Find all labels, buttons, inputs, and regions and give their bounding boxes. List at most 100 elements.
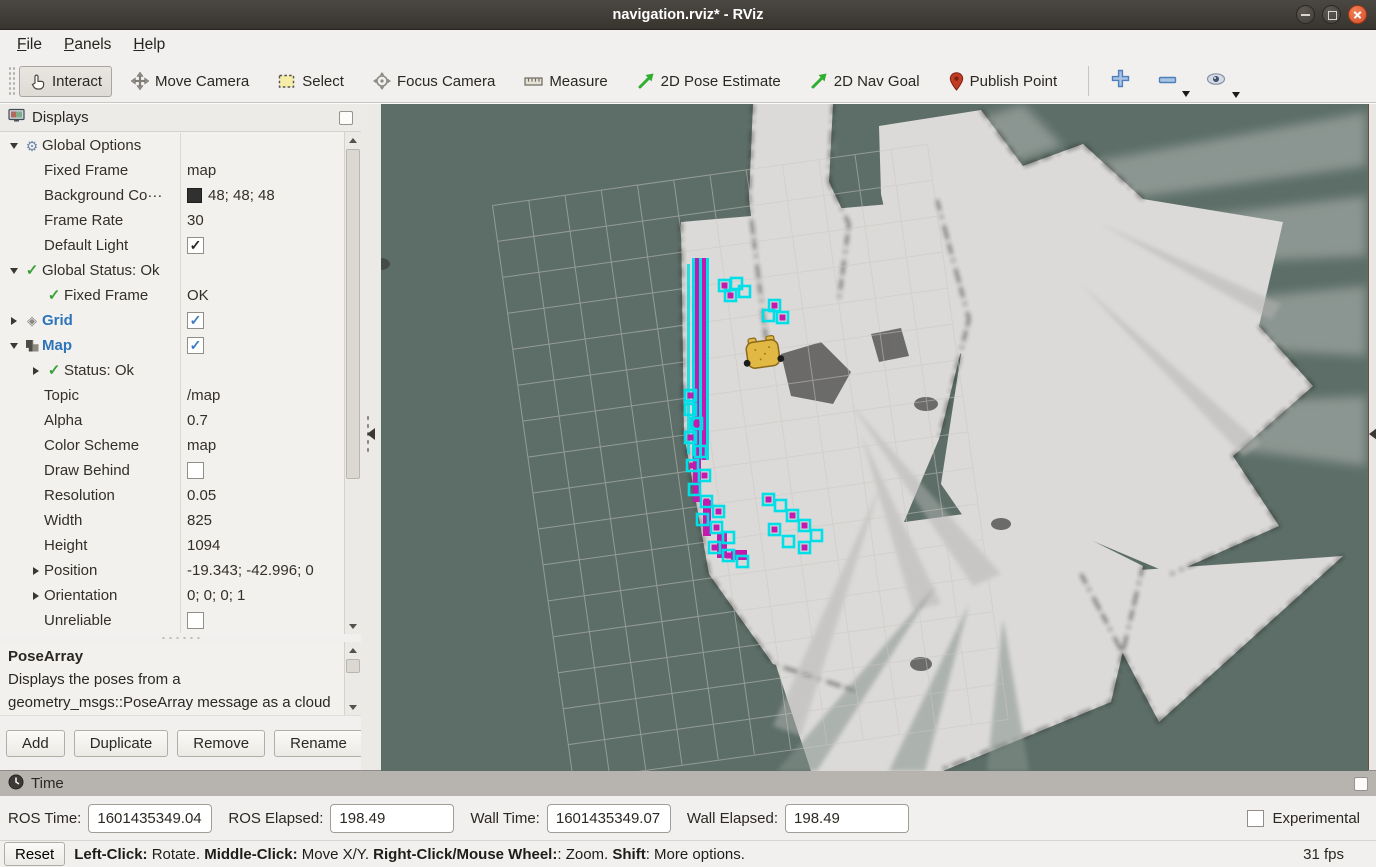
property-value-cell[interactable] — [181, 612, 344, 629]
display-row-fixed-frame[interactable]: Fixed Framemap — [0, 158, 344, 183]
display-row-height[interactable]: Height1094 — [0, 533, 344, 558]
display-row-position[interactable]: Position-19.343; -42.996; 0 — [0, 558, 344, 583]
collapse-arrow-icon[interactable] — [28, 592, 44, 600]
property-value-cell[interactable]: 0; 0; 0; 1 — [181, 587, 344, 604]
scroll-up-icon[interactable] — [345, 132, 361, 148]
display-row-color-scheme[interactable]: Color Schememap — [0, 433, 344, 458]
window-titlebar[interactable]: navigation.rviz* - RViz — [0, 0, 1376, 30]
scroll-down-icon[interactable] — [345, 699, 361, 715]
display-row-width[interactable]: Width825 — [0, 508, 344, 533]
property-value-cell[interactable]: map — [181, 437, 344, 454]
display-row-topic[interactable]: Topic/map — [0, 383, 344, 408]
scrollbar-thumb[interactable] — [346, 659, 360, 673]
scroll-down-icon[interactable] — [345, 618, 361, 634]
tool-focus-camera[interactable]: Focus Camera — [363, 65, 505, 97]
display-row-orientation[interactable]: Orientation0; 0; 0; 1 — [0, 583, 344, 608]
duplicate-button[interactable]: Duplicate — [74, 730, 169, 757]
display-row-global-status-ok[interactable]: ✓Global Status: Ok — [0, 258, 344, 283]
collapse-arrow-icon[interactable] — [28, 567, 44, 575]
property-value-cell[interactable] — [181, 462, 344, 479]
property-checkbox-checked[interactable]: ✓ — [187, 337, 204, 354]
displays-panel-header[interactable]: Displays — [0, 104, 361, 132]
display-row-default-light[interactable]: Default Light✓ — [0, 233, 344, 258]
property-value-cell[interactable]: 0.05 — [181, 487, 344, 504]
left-splitter[interactable] — [361, 104, 381, 770]
property-value-cell[interactable]: 1094 — [181, 537, 344, 554]
field-input[interactable] — [88, 804, 212, 833]
display-row-global-options[interactable]: ⚙Global Options — [0, 133, 344, 158]
rename-button[interactable]: Rename — [274, 730, 363, 757]
tool-2d-pose-estimate[interactable]: 2D Pose Estimate — [627, 65, 791, 97]
display-row-frame-rate[interactable]: Frame Rate30 — [0, 208, 344, 233]
tool-select[interactable]: Select — [268, 66, 354, 97]
close-button[interactable] — [1348, 5, 1367, 24]
property-value-cell[interactable]: OK — [181, 287, 344, 304]
reset-button[interactable]: Reset — [4, 842, 65, 866]
tool-publish-point[interactable]: Publish Point — [939, 65, 1068, 98]
remove-button[interactable]: Remove — [177, 730, 265, 757]
display-row-background-co[interactable]: Background Co···48; 48; 48 — [0, 183, 344, 208]
property-value-cell[interactable]: -19.343; -42.996; 0 — [181, 562, 344, 579]
panel-float-button[interactable] — [339, 111, 353, 125]
field-input[interactable] — [330, 804, 454, 833]
description-scrollbar[interactable] — [344, 642, 361, 715]
property-value-cell[interactable]: 825 — [181, 512, 344, 529]
property-value-cell[interactable]: 48; 48; 48 — [181, 187, 344, 204]
display-row-status-ok[interactable]: ✓Status: Ok — [0, 358, 344, 383]
maximize-button[interactable] — [1322, 5, 1341, 24]
tool-visibility-button[interactable] — [1195, 68, 1237, 95]
scrollbar-thumb[interactable] — [346, 149, 360, 479]
field-input[interactable] — [547, 804, 671, 833]
property-value-cell[interactable]: ✓ — [181, 237, 344, 254]
experimental-checkbox[interactable] — [1247, 810, 1264, 827]
tool-measure[interactable]: Measure — [514, 66, 617, 97]
panel-float-button[interactable] — [1354, 777, 1368, 791]
display-row-resolution[interactable]: Resolution0.05 — [0, 483, 344, 508]
menu-help[interactable]: Help — [122, 32, 176, 58]
tool-interact[interactable]: Interact — [19, 66, 112, 97]
property-value-cell[interactable]: 0.7 — [181, 412, 344, 429]
add-button[interactable]: Add — [6, 730, 65, 757]
property-checkbox-checked[interactable]: ✓ — [187, 237, 204, 254]
expand-arrow-icon[interactable] — [6, 343, 22, 349]
scroll-up-icon[interactable] — [345, 642, 361, 658]
field-input[interactable] — [785, 804, 909, 833]
display-row-fixed-frame[interactable]: ✓Fixed FrameOK — [0, 283, 344, 308]
toolbar-drag-handle[interactable] — [8, 66, 15, 96]
expand-arrow-icon[interactable] — [6, 268, 22, 274]
right-splitter[interactable] — [1368, 104, 1376, 770]
displays-tree-scrollbar[interactable] — [344, 132, 361, 634]
time-panel-header[interactable]: Time — [0, 770, 1376, 796]
display-row-unreliable[interactable]: Unreliable — [0, 608, 344, 633]
property-checkbox-unchecked[interactable] — [187, 612, 204, 629]
menu-panels[interactable]: Panels — [53, 32, 122, 58]
tool-2d-nav-goal[interactable]: 2D Nav Goal — [800, 65, 930, 97]
property-checkbox-unchecked[interactable] — [187, 462, 204, 479]
collapse-left-icon[interactable] — [367, 428, 375, 440]
property-value-cell[interactable]: /map — [181, 387, 344, 404]
tool-move-camera[interactable]: Move Camera — [121, 65, 259, 97]
chevron-down-icon[interactable] — [1232, 92, 1240, 98]
remove-tool-button[interactable] — [1148, 68, 1187, 94]
add-tool-button[interactable] — [1101, 65, 1140, 97]
property-checkbox-checked[interactable]: ✓ — [187, 312, 204, 329]
property-value-cell[interactable]: 30 — [181, 212, 344, 229]
display-row-grid[interactable]: ◈Grid✓ — [0, 308, 344, 333]
panel-splitter-handle[interactable] — [0, 634, 361, 642]
property-value-cell[interactable]: ✓ — [181, 312, 344, 329]
selection-box-icon — [278, 73, 296, 90]
collapse-arrow-icon[interactable] — [6, 317, 22, 325]
collapse-right-icon[interactable] — [1369, 428, 1376, 440]
minimize-button[interactable] — [1296, 5, 1315, 24]
expand-arrow-icon[interactable] — [6, 143, 22, 149]
menu-file[interactable]: File — [6, 32, 53, 58]
display-row-map[interactable]: Map✓ — [0, 333, 344, 358]
property-value-cell[interactable]: map — [181, 162, 344, 179]
chevron-down-icon[interactable] — [1182, 91, 1190, 97]
3d-viewport[interactable] — [381, 104, 1368, 771]
display-row-draw-behind[interactable]: Draw Behind — [0, 458, 344, 483]
property-name-cell: ✓Global Status: Ok — [0, 258, 181, 283]
display-row-alpha[interactable]: Alpha0.7 — [0, 408, 344, 433]
collapse-arrow-icon[interactable] — [28, 367, 44, 375]
property-value-cell[interactable]: ✓ — [181, 337, 344, 354]
